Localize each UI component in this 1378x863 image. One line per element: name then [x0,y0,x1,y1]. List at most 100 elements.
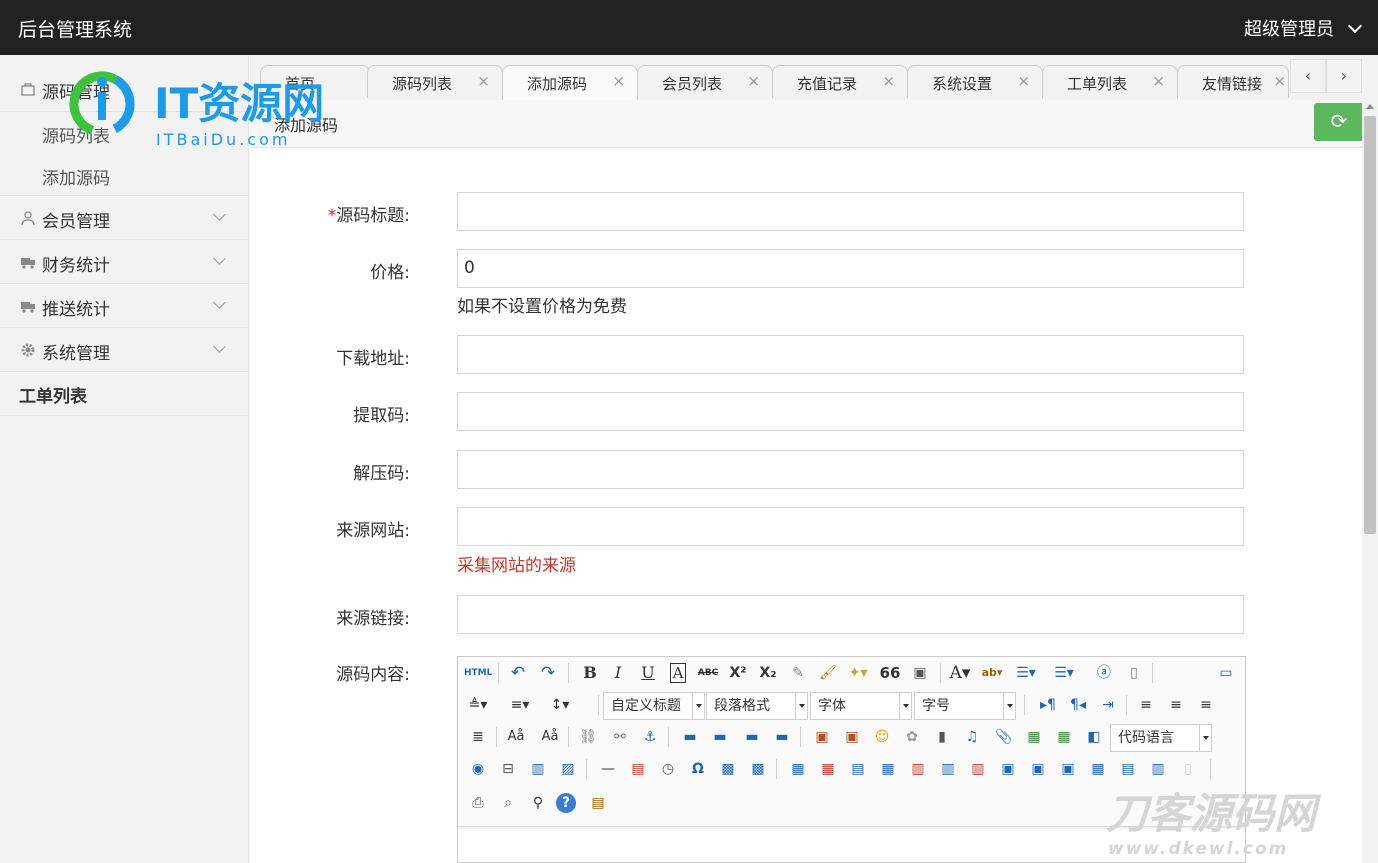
gmap-icon[interactable]: ▦ [1052,725,1076,749]
justify-icon[interactable]: ≣ [466,725,490,749]
split-cells-icon[interactable]: ▦ [1086,757,1110,781]
price-input[interactable]: 0 [457,249,1244,288]
underline-button[interactable]: U [636,661,660,685]
split-cols-icon[interactable]: ▥ [1146,757,1170,781]
emotion-icon[interactable]: ☺ [870,725,894,749]
background-color-icon[interactable]: ab▾ [980,661,1004,685]
sidebar-group-push[interactable]: 推送统计 [0,284,248,328]
web-icon[interactable]: ◉ [466,757,490,781]
superscript-button[interactable]: X² [726,661,750,685]
close-icon[interactable]: × [1273,72,1286,90]
lowercase-icon[interactable]: Aå [538,725,562,749]
insert-paragraph-icon[interactable]: ▤ [846,757,870,781]
code-language-select[interactable]: 代码语言 [1110,724,1212,752]
font-color-button[interactable]: A▾ [948,661,972,685]
insert-col-icon[interactable]: ▥ [936,757,960,781]
extract-input[interactable] [457,392,1244,431]
sidebar-group-system[interactable]: 系统管理 [0,328,248,372]
html-source-button[interactable]: HTML [464,661,492,685]
insert-image-icon[interactable]: ▣ [840,725,864,749]
paste-plain-icon[interactable]: ▣ [908,661,932,685]
paragraph-select[interactable]: 段落格式 [706,692,808,720]
close-icon[interactable]: × [612,72,625,90]
ordered-list-icon[interactable]: ☰▾ [1014,661,1038,685]
date-icon[interactable]: ▤ [626,757,650,781]
horizontal-rule-icon[interactable]: — [596,757,620,781]
row-spacing-bottom-icon[interactable]: ≡▾ [508,693,532,717]
unzip-input[interactable] [457,450,1244,489]
drafts-icon[interactable]: ▤ [586,791,610,815]
sidebar-item-tickets[interactable]: 工单列表 [0,372,248,416]
indent-icon[interactable]: ⇥ [1096,693,1120,717]
ltr-icon[interactable]: ▸¶ [1036,693,1060,717]
tab-next-button[interactable]: › [1326,59,1362,93]
merge-down-icon[interactable]: ▣ [1056,757,1080,781]
scrollbar-thumb[interactable] [1364,116,1376,534]
select-all-icon[interactable]: ⓐ [1092,661,1116,685]
image-left-icon[interactable]: ▬ [708,725,732,749]
delete-row-icon[interactable]: ▥ [906,757,930,781]
font-size-select[interactable]: 字号 [914,692,1016,720]
image-none-icon[interactable]: ▬ [678,725,702,749]
subscript-button[interactable]: X₂ [756,661,780,685]
eraser-icon[interactable]: ✎ [786,661,810,685]
simple-upload-icon[interactable]: ▣ [810,725,834,749]
link-icon[interactable]: ⛓ [576,725,600,749]
bold-button[interactable]: B [578,661,602,685]
chevron-down-icon[interactable] [1347,18,1363,34]
music-icon[interactable]: ♫ [960,725,984,749]
sidebar-item-add-source[interactable]: 添加源码 [0,154,248,196]
font-border-button[interactable]: A [666,661,690,685]
scrawl-icon[interactable]: ✿ [900,725,924,749]
uppercase-icon[interactable]: Aå [504,725,528,749]
merge-right-icon[interactable]: ▣ [1026,757,1050,781]
insert-table-icon[interactable]: ▦ [786,757,810,781]
redo-icon[interactable]: ↷ [536,661,560,685]
scroll-up-arrow-icon[interactable] [1366,104,1374,109]
close-icon[interactable]: × [477,72,490,90]
split-rows-icon[interactable]: ▤ [1116,757,1140,781]
time-icon[interactable]: ◷ [656,757,680,781]
insert-video-icon[interactable]: ▮ [930,725,954,749]
merge-cells-icon[interactable]: ▣ [996,757,1020,781]
line-height-icon[interactable]: ↕▾ [548,693,572,717]
attachment-icon[interactable]: 📎 [992,725,1016,749]
user-menu[interactable]: 超级管理员 [1244,15,1334,41]
pagebreak-icon[interactable]: ⊟ [496,757,520,781]
align-center-icon[interactable]: ≡ [1164,693,1188,717]
tab-recharge[interactable]: 充值记录 × [772,65,908,98]
tab-member-list[interactable]: 会员列表 × [637,65,773,98]
tab-prev-button[interactable]: ‹ [1290,59,1326,93]
align-right-icon[interactable]: ≡ [1194,693,1218,717]
help-icon[interactable]: ? [556,793,576,813]
background-icon[interactable]: ▨ [556,757,580,781]
download-input[interactable] [457,335,1244,374]
custom-title-select[interactable]: 自定义标题 [603,692,705,720]
align-left-icon[interactable]: ≡ [1134,693,1158,717]
close-icon[interactable]: × [1017,72,1030,90]
row-spacing-top-icon[interactable]: ≜▾ [466,693,490,717]
strikethrough-button[interactable]: ABC [696,661,720,685]
italic-button[interactable]: I [606,661,630,685]
tab-system-settings[interactable]: 系统设置 × [907,65,1043,98]
refresh-button[interactable]: ⟳ [1314,103,1364,141]
preview-icon[interactable]: ▭ [1214,661,1238,685]
rtl-icon[interactable]: ¶◂ [1066,693,1090,717]
special-char-button[interactable]: Ω [686,757,710,781]
anchor-icon[interactable]: ⚓ [638,725,662,749]
tab-source-list[interactable]: 源码列表 × [367,65,503,98]
blockquote-button[interactable]: 66 [878,661,902,685]
close-icon[interactable]: × [1152,72,1165,90]
tab-friend-links[interactable]: 友情链接 × [1177,65,1289,98]
sidebar-group-members[interactable]: 会员管理 [0,196,248,240]
snapscreen-icon[interactable]: ▩ [716,757,740,781]
title-input[interactable] [457,192,1244,231]
font-family-select[interactable]: 字体 [810,692,912,720]
map-icon[interactable]: ▦ [1022,725,1046,749]
image-center-icon[interactable]: ▬ [770,725,794,749]
word-image-icon[interactable]: ▩ [746,757,770,781]
source-link-input[interactable] [457,595,1244,634]
close-icon[interactable]: × [747,72,760,90]
tab-add-source[interactable]: 添加源码 × [502,65,638,100]
format-brush-icon[interactable]: 🖌 [816,661,840,685]
